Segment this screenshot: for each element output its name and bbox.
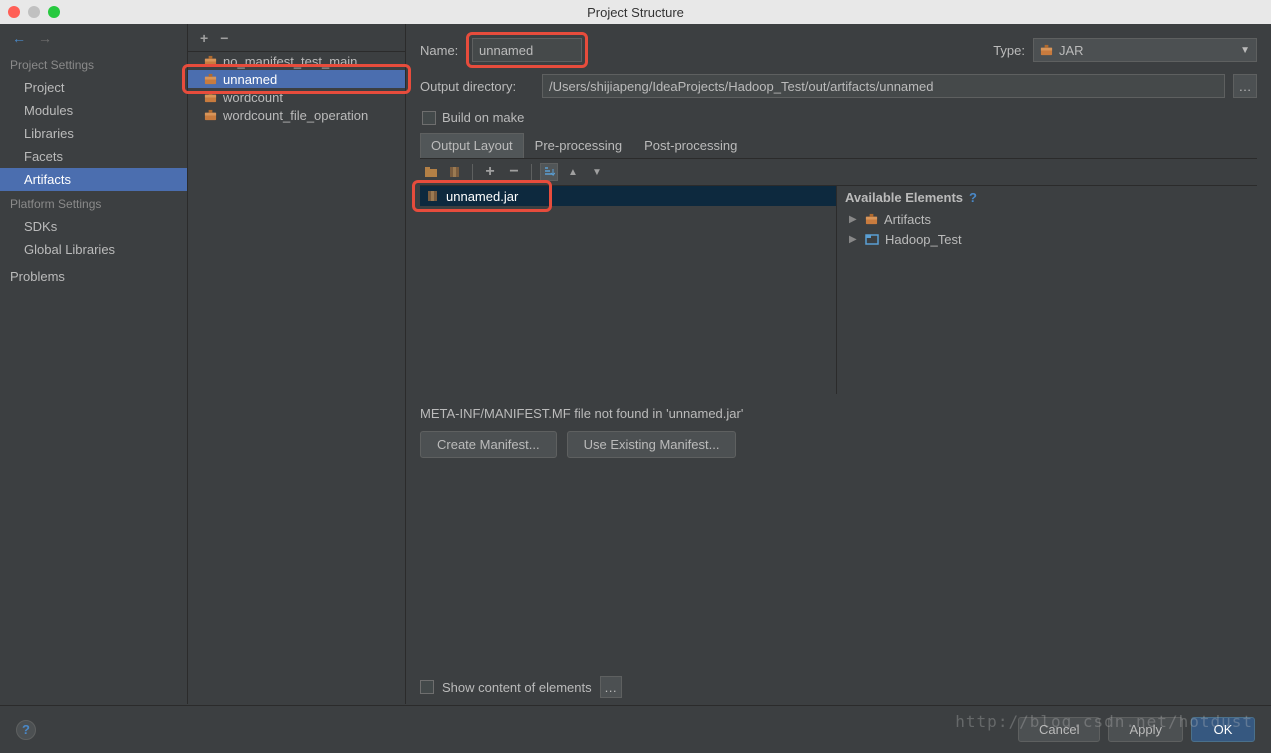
close-window-button[interactable] bbox=[8, 6, 20, 18]
output-tree-item[interactable]: unnamed.jar bbox=[420, 186, 836, 206]
artifact-label: wordcount bbox=[223, 90, 283, 105]
output-tree-label: unnamed.jar bbox=[446, 189, 518, 204]
type-value: JAR bbox=[1059, 43, 1084, 58]
new-archive-icon[interactable] bbox=[446, 163, 464, 181]
archive-icon bbox=[426, 189, 440, 203]
apply-button[interactable]: Apply bbox=[1108, 717, 1183, 742]
sidebar-toolbar: ← → bbox=[0, 24, 187, 52]
artifact-tabs: Output Layout Pre-processing Post-proces… bbox=[420, 133, 1257, 159]
help-icon[interactable]: ? bbox=[969, 190, 977, 205]
section-header-platform: Platform Settings bbox=[0, 191, 187, 215]
window-title: Project Structure bbox=[587, 5, 684, 20]
artifact-label: wordcount_file_operation bbox=[223, 108, 368, 123]
artifact-label: no_manifest_test_main bbox=[223, 54, 357, 69]
show-content-checkbox[interactable] bbox=[420, 680, 434, 694]
move-down-icon[interactable]: ▼ bbox=[588, 163, 606, 181]
maximize-window-button[interactable] bbox=[48, 6, 60, 18]
output-dir-label: Output directory: bbox=[420, 79, 534, 94]
add-icon[interactable]: + bbox=[481, 163, 499, 181]
move-up-icon[interactable]: ▲ bbox=[564, 163, 582, 181]
tab-pre-processing[interactable]: Pre-processing bbox=[524, 133, 633, 158]
toolbar-separator bbox=[472, 164, 473, 180]
settings-sidebar: ← → Project Settings Project Modules Lib… bbox=[0, 24, 188, 704]
artifact-item[interactable]: wordcount bbox=[188, 88, 405, 106]
ok-button[interactable]: OK bbox=[1191, 717, 1255, 742]
sidebar-item-modules[interactable]: Modules bbox=[0, 99, 187, 122]
nav-back-icon[interactable]: ← bbox=[12, 30, 26, 46]
minimize-window-button[interactable] bbox=[28, 6, 40, 18]
sidebar-item-problems[interactable]: Problems bbox=[0, 261, 187, 288]
show-content-label: Show content of elements bbox=[442, 680, 592, 695]
nav-forward-icon[interactable]: → bbox=[38, 30, 52, 46]
module-icon bbox=[865, 232, 879, 246]
type-label: Type: bbox=[993, 43, 1025, 58]
available-item-label: Hadoop_Test bbox=[885, 232, 962, 247]
use-existing-manifest-button[interactable]: Use Existing Manifest... bbox=[567, 431, 737, 458]
window-controls bbox=[8, 6, 60, 18]
jar-icon bbox=[204, 73, 217, 86]
artifact-item[interactable]: no_manifest_test_main bbox=[188, 52, 405, 70]
build-on-make-label: Build on make bbox=[442, 110, 524, 125]
artifacts-list-panel: + − no_manifest_test_main unnamed wordco… bbox=[188, 24, 406, 704]
sidebar-item-project[interactable]: Project bbox=[0, 76, 187, 99]
artifacts-toolbar: + − bbox=[188, 24, 405, 52]
output-dir-input[interactable] bbox=[542, 74, 1225, 98]
available-elements-panel: Available Elements ? ▶ Artifacts ▶ Hadoo… bbox=[837, 186, 1257, 394]
jar-icon bbox=[1040, 44, 1053, 57]
dialog-footer: ? Cancel Apply OK bbox=[0, 705, 1271, 753]
cancel-button[interactable]: Cancel bbox=[1018, 717, 1100, 742]
tab-output-layout[interactable]: Output Layout bbox=[420, 133, 524, 158]
titlebar: Project Structure bbox=[0, 0, 1271, 24]
section-header-project: Project Settings bbox=[0, 52, 187, 76]
new-folder-icon[interactable] bbox=[422, 163, 440, 181]
jar-icon bbox=[204, 55, 217, 68]
sidebar-item-facets[interactable]: Facets bbox=[0, 145, 187, 168]
remove-icon[interactable]: − bbox=[505, 163, 523, 181]
available-item-module[interactable]: ▶ Hadoop_Test bbox=[845, 229, 1249, 249]
help-button[interactable]: ? bbox=[16, 720, 36, 740]
browse-button[interactable]: … bbox=[1233, 74, 1257, 98]
sidebar-item-libraries[interactable]: Libraries bbox=[0, 122, 187, 145]
type-select[interactable]: JAR ▼ bbox=[1033, 38, 1257, 62]
expand-arrow-icon[interactable]: ▶ bbox=[849, 214, 859, 225]
artifact-item[interactable]: wordcount_file_operation bbox=[188, 106, 405, 124]
show-content-options-button[interactable]: … bbox=[600, 676, 622, 698]
create-manifest-button[interactable]: Create Manifest... bbox=[420, 431, 557, 458]
jar-icon bbox=[865, 213, 878, 226]
available-elements-title: Available Elements bbox=[845, 190, 963, 205]
expand-arrow-icon[interactable]: ▶ bbox=[849, 234, 859, 245]
available-item-artifacts[interactable]: ▶ Artifacts bbox=[845, 209, 1249, 229]
manifest-status-text: META-INF/MANIFEST.MF file not found in '… bbox=[420, 402, 1257, 425]
artifact-label: unnamed bbox=[223, 72, 277, 87]
chevron-down-icon: ▼ bbox=[1240, 45, 1250, 56]
artifact-item-selected[interactable]: unnamed bbox=[188, 70, 405, 88]
available-item-label: Artifacts bbox=[884, 212, 931, 227]
name-input-extension[interactable] bbox=[590, 38, 985, 62]
add-artifact-icon[interactable]: + bbox=[200, 30, 208, 46]
sidebar-item-artifacts[interactable]: Artifacts bbox=[0, 168, 187, 191]
remove-artifact-icon[interactable]: − bbox=[220, 30, 228, 46]
output-layout-tree: unnamed.jar bbox=[420, 186, 837, 394]
artifact-details-panel: Name: Type: JAR ▼ Output directory: … Bu… bbox=[406, 24, 1271, 704]
layout-toolbar: + − ▲ ▼ bbox=[420, 159, 1257, 186]
jar-icon bbox=[204, 91, 217, 104]
sidebar-item-sdks[interactable]: SDKs bbox=[0, 215, 187, 238]
tab-post-processing[interactable]: Post-processing bbox=[633, 133, 748, 158]
toolbar-separator bbox=[531, 164, 532, 180]
jar-icon bbox=[204, 109, 217, 122]
name-label: Name: bbox=[420, 43, 464, 58]
sort-icon[interactable] bbox=[540, 163, 558, 181]
build-on-make-checkbox[interactable] bbox=[422, 111, 436, 125]
sidebar-item-global-libraries[interactable]: Global Libraries bbox=[0, 238, 187, 261]
name-input[interactable] bbox=[472, 38, 582, 62]
